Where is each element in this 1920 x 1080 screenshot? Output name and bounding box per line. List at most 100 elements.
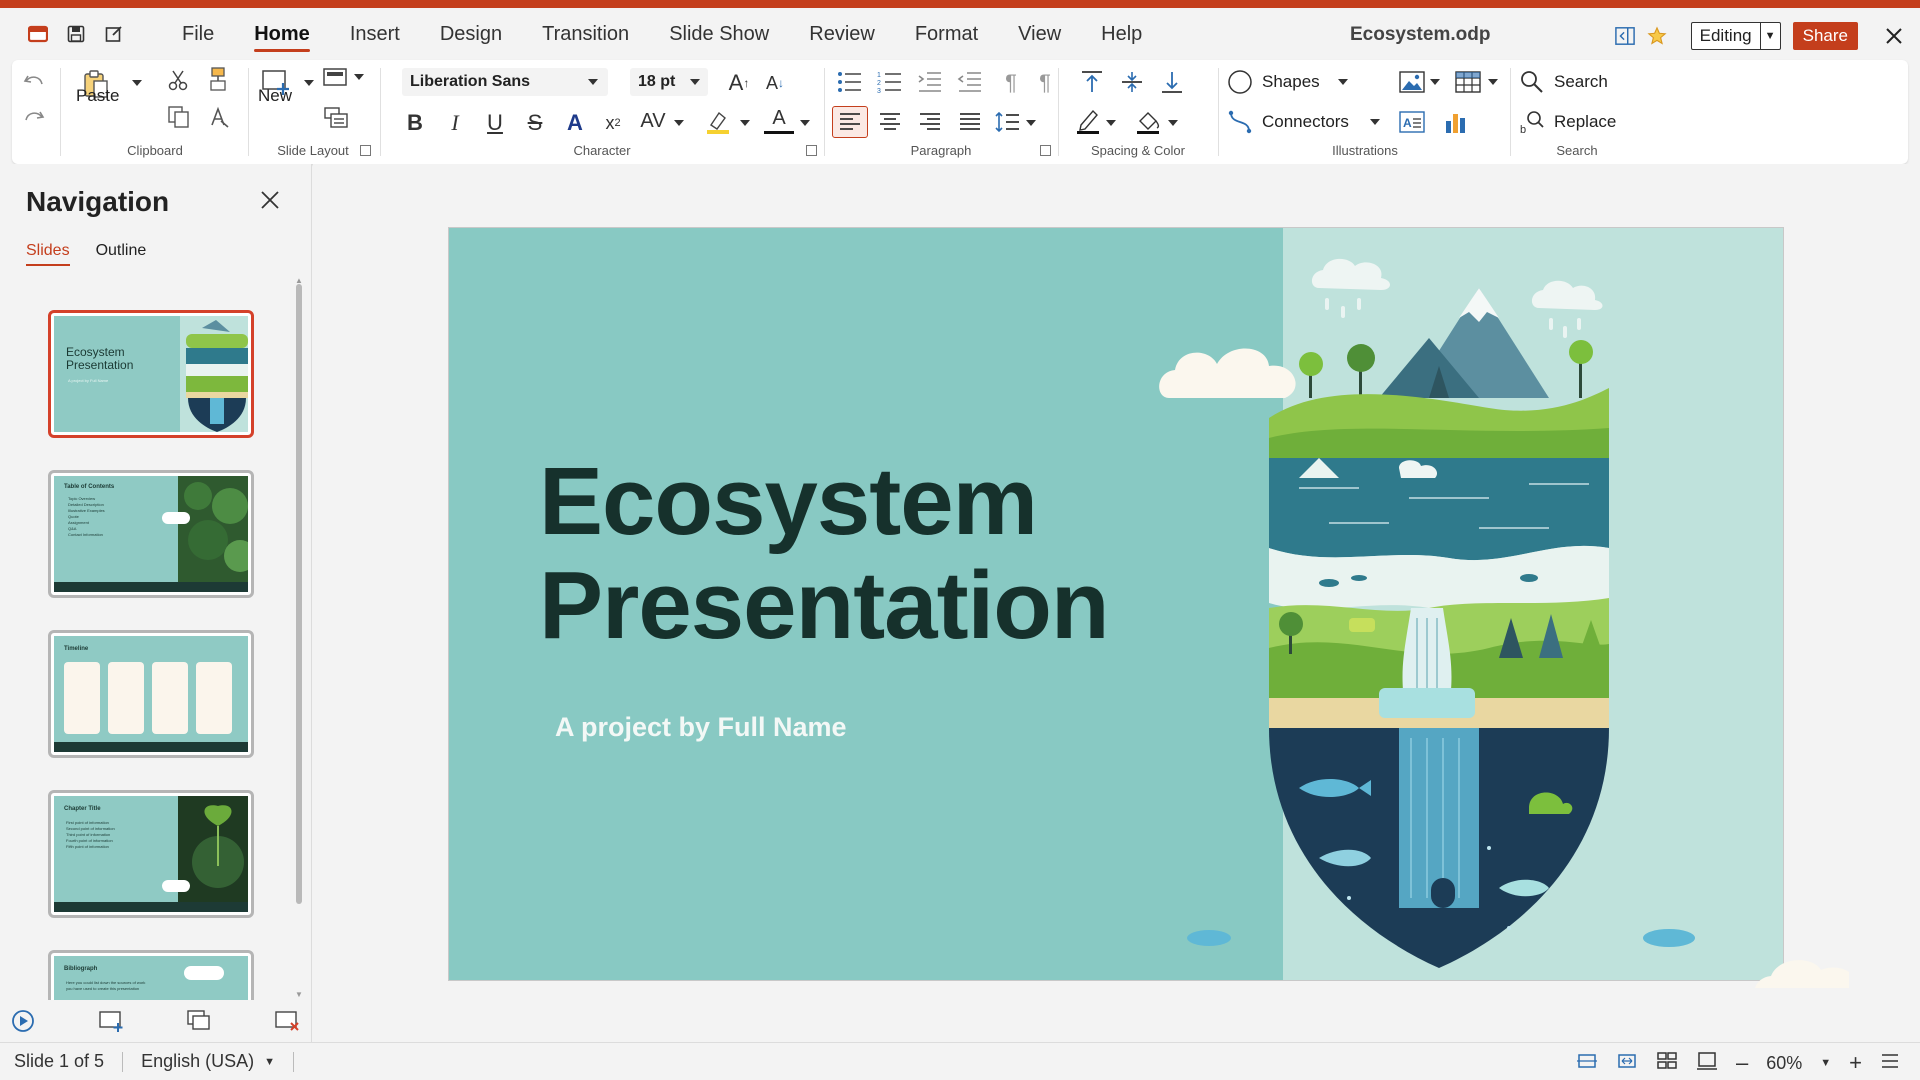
duplicate-slide-icon[interactable] bbox=[186, 1008, 212, 1034]
image-dropdown-icon[interactable] bbox=[1430, 79, 1440, 85]
zoom-out-icon[interactable]: – bbox=[1736, 1050, 1748, 1076]
connectors-dropdown-icon[interactable] bbox=[1370, 119, 1380, 125]
slide-title[interactable]: Ecosystem Presentation bbox=[539, 450, 1179, 658]
shapes-dropdown-icon[interactable] bbox=[1338, 79, 1348, 85]
align-left-icon[interactable] bbox=[832, 106, 868, 138]
slide-subtitle[interactable]: A project by Full Name bbox=[555, 712, 847, 743]
editing-mode-dropdown[interactable]: Editing ▼ bbox=[1690, 22, 1781, 50]
menu-home[interactable]: Home bbox=[234, 14, 330, 54]
redo-icon[interactable] bbox=[22, 106, 46, 130]
shapes-label[interactable]: Shapes bbox=[1262, 72, 1320, 92]
tab-outline[interactable]: Outline bbox=[96, 242, 147, 266]
chevron-down-icon[interactable]: ▼ bbox=[264, 1056, 275, 1068]
edit-mode-icon[interactable] bbox=[104, 24, 124, 44]
character-spacing-icon[interactable]: AV bbox=[638, 106, 668, 136]
line-spacing-dropdown-icon[interactable] bbox=[1026, 120, 1036, 126]
strikethrough-icon[interactable]: S bbox=[520, 108, 550, 138]
font-size-dropdown[interactable]: 18 pt bbox=[630, 68, 708, 96]
new-slide-label[interactable]: New bbox=[258, 86, 292, 106]
menu-transition[interactable]: Transition bbox=[522, 14, 649, 54]
align-top-icon[interactable] bbox=[1078, 68, 1106, 96]
clear-formatting-icon[interactable] bbox=[206, 104, 232, 130]
character-spacing-dropdown-icon[interactable] bbox=[674, 120, 684, 126]
menu-insert[interactable]: Insert bbox=[330, 14, 420, 54]
search-icon[interactable] bbox=[1518, 68, 1546, 96]
superscript-icon[interactable]: x2 bbox=[598, 108, 628, 138]
menu-file[interactable]: File bbox=[162, 14, 234, 54]
justify-icon[interactable] bbox=[956, 108, 984, 136]
chevron-down-icon[interactable]: ▼ bbox=[1820, 1057, 1831, 1069]
numbered-list-icon[interactable]: 123 bbox=[876, 68, 904, 96]
slide-thumbnail-2[interactable]: Table of Contents Topic Overview Detaile… bbox=[48, 470, 254, 598]
decrease-indent-icon[interactable] bbox=[956, 68, 984, 96]
start-slideshow-icon[interactable] bbox=[10, 1008, 36, 1034]
character-launcher-icon[interactable] bbox=[806, 145, 817, 156]
star-icon[interactable] bbox=[1647, 26, 1667, 46]
copy-icon[interactable] bbox=[166, 104, 192, 130]
rtl-paragraph-icon[interactable]: ¶ bbox=[1030, 68, 1060, 98]
connectors-icon[interactable] bbox=[1226, 108, 1254, 136]
shrink-font-icon[interactable]: A ↓ bbox=[760, 68, 790, 98]
ltr-paragraph-icon[interactable]: ¶ bbox=[996, 68, 1026, 98]
sidebar-toggle-icon[interactable] bbox=[1614, 26, 1635, 46]
language-selector[interactable]: English (USA) bbox=[141, 1051, 254, 1072]
menu-slide-show[interactable]: Slide Show bbox=[649, 14, 789, 54]
font-color-dropdown-icon[interactable] bbox=[800, 120, 810, 126]
menu-design[interactable]: Design bbox=[420, 14, 522, 54]
layout-icon[interactable] bbox=[322, 66, 350, 90]
slide-layout-launcher-icon[interactable] bbox=[360, 145, 371, 156]
search-label[interactable]: Search bbox=[1554, 72, 1608, 92]
slide-properties-icon[interactable] bbox=[322, 104, 350, 130]
slide-thumbnail-3[interactable]: Timeline bbox=[48, 630, 254, 758]
text-box-icon[interactable]: A bbox=[1398, 108, 1426, 136]
zoom-in-icon[interactable]: + bbox=[1849, 1050, 1862, 1076]
new-slide-dropdown-icon[interactable] bbox=[304, 80, 314, 86]
save-icon[interactable] bbox=[66, 24, 86, 44]
fill-color-icon[interactable] bbox=[1134, 106, 1162, 136]
line-spacing-icon[interactable] bbox=[994, 108, 1022, 136]
menu-format[interactable]: Format bbox=[895, 14, 998, 54]
close-icon[interactable] bbox=[260, 190, 284, 214]
image-icon[interactable] bbox=[1398, 68, 1426, 96]
font-color-icon[interactable]: A bbox=[764, 106, 794, 134]
fit-slide-icon[interactable] bbox=[1576, 1051, 1598, 1076]
paste-dropdown-icon[interactable] bbox=[132, 80, 142, 86]
connectors-label[interactable]: Connectors bbox=[1262, 112, 1349, 132]
slide-thumbnail-5[interactable]: Bibliograph Here you could list down the… bbox=[48, 950, 254, 1000]
paste-label[interactable]: Paste bbox=[76, 86, 119, 106]
align-right-icon[interactable] bbox=[916, 108, 944, 136]
align-bottom-icon[interactable] bbox=[1158, 68, 1186, 96]
scroll-up-icon[interactable]: ▲ bbox=[295, 276, 303, 285]
slide-thumbnail-4[interactable]: Chapter Title First point of information… bbox=[48, 790, 254, 918]
menu-help[interactable]: Help bbox=[1081, 14, 1162, 54]
undo-icon[interactable] bbox=[22, 70, 46, 94]
replace-label[interactable]: Replace bbox=[1554, 112, 1616, 132]
fill-color-dropdown-icon[interactable] bbox=[1168, 120, 1178, 126]
highlight-dropdown-icon[interactable] bbox=[740, 120, 750, 126]
shapes-icon[interactable] bbox=[1226, 68, 1254, 96]
bullet-list-icon[interactable] bbox=[836, 68, 864, 96]
share-button[interactable]: Share bbox=[1792, 22, 1858, 50]
table-dropdown-icon[interactable] bbox=[1488, 79, 1498, 85]
scroll-down-icon[interactable]: ▼ bbox=[295, 990, 303, 999]
align-center-icon[interactable] bbox=[876, 108, 904, 136]
tab-slides[interactable]: Slides bbox=[26, 242, 70, 266]
menu-review[interactable]: Review bbox=[789, 14, 895, 54]
new-slide-icon[interactable] bbox=[98, 1008, 124, 1034]
paragraph-launcher-icon[interactable] bbox=[1040, 145, 1051, 156]
thumbnail-scrollbar[interactable] bbox=[296, 284, 302, 904]
menu-view[interactable]: View bbox=[998, 14, 1081, 54]
highlight-color-icon[interactable] bbox=[704, 108, 732, 136]
line-color-icon[interactable] bbox=[1074, 106, 1102, 136]
increase-indent-icon[interactable] bbox=[916, 68, 944, 96]
line-color-dropdown-icon[interactable] bbox=[1106, 120, 1116, 126]
more-options-icon[interactable] bbox=[1880, 1052, 1900, 1075]
italic-icon[interactable]: I bbox=[440, 108, 470, 138]
layout-dropdown-icon[interactable] bbox=[354, 74, 364, 80]
font-name-dropdown[interactable]: Liberation Sans bbox=[402, 68, 608, 96]
normal-view-icon[interactable] bbox=[1696, 1051, 1718, 1076]
replace-icon[interactable]: b bbox=[1518, 108, 1546, 136]
fit-width-icon[interactable] bbox=[1616, 1051, 1638, 1076]
shadow-icon[interactable]: A bbox=[560, 108, 590, 138]
underline-icon[interactable]: U bbox=[480, 108, 510, 138]
